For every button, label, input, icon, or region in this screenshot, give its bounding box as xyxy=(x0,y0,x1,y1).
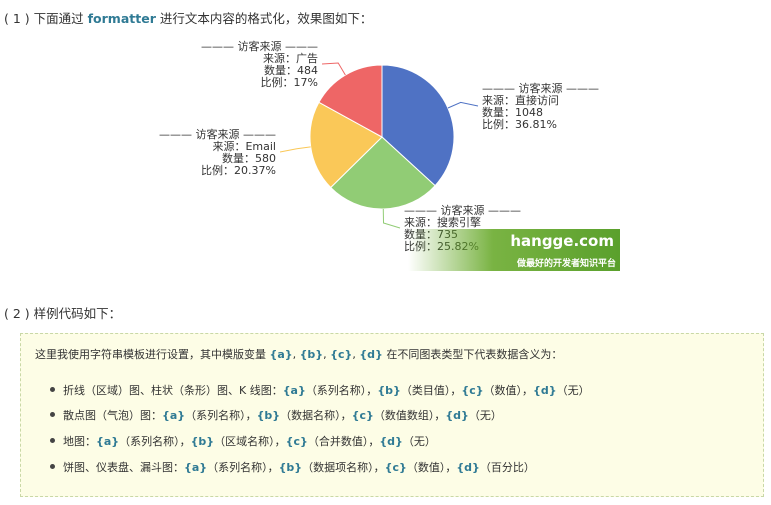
note-item-1-seg-4: （数据名称）， xyxy=(280,409,352,422)
note-item-3-seg-2: （系列名称）， xyxy=(207,461,279,474)
data-label-title: ——— 访客来源 ——— xyxy=(159,127,276,141)
data-label-title: ——— 访客来源 ——— xyxy=(482,81,599,95)
note-item-0-seg-4: （类目值）， xyxy=(400,384,462,397)
label-leader-line xyxy=(382,208,401,229)
watermark-title: hangge.com xyxy=(510,232,614,250)
data-label-ratio: 比例：20.37% xyxy=(201,163,276,177)
note-item-1-seg-2: （系列名称）， xyxy=(185,409,257,422)
note-item-0-seg-5: {c} xyxy=(461,384,484,397)
data-label-ratio: 比例：17% xyxy=(261,75,318,89)
data-label-source: 来源：搜索引擎 xyxy=(404,215,481,229)
note-intro-seg-1: {a} xyxy=(269,348,293,361)
note-list-item: 散点图（气泡）图：{a}（系列名称），{b}（数据名称），{c}（数值数组），{… xyxy=(50,407,502,423)
note-item-1-seg-1: {a} xyxy=(162,409,186,422)
label-leader-line xyxy=(447,101,479,109)
note-item-0-seg-2: （系列名称）， xyxy=(305,384,378,397)
note-item-2-seg-5: {c} xyxy=(285,435,308,448)
note-intro-seg-5: {c} xyxy=(330,348,353,361)
note-item-2-seg-3: {b} xyxy=(190,435,215,448)
note-item-0-seg-7: {d} xyxy=(533,384,557,397)
note-item-2-seg-1: {a} xyxy=(96,435,120,448)
note-item-2-seg-0: 地图： xyxy=(63,435,96,448)
note-item-2-seg-7: {d} xyxy=(379,435,403,448)
note-list-item: 折线（区域）图、柱状（条形）图、K 线图：{a}（系列名称），{b}（类目值），… xyxy=(50,382,590,398)
note-item-0-seg-0: 折线（区域）图、柱状（条形）图、K 线图： xyxy=(63,384,283,397)
note-item-1-seg-3: {b} xyxy=(256,409,281,422)
note-item-3-seg-0: 饼图、仪表盘、漏斗图： xyxy=(63,461,184,474)
note-intro: 这里我使用字符串模板进行设置，其中模版变量 {a}, {b}, {c}, {d}… xyxy=(35,346,562,362)
heading-2: ( 2 ) 样例代码如下： xyxy=(4,306,122,321)
note-intro-seg-3: {b} xyxy=(299,348,324,361)
note-item-0-seg-8: （无） xyxy=(556,384,590,397)
note-item-2-seg-6: （合并数值）， xyxy=(307,435,380,448)
note-intro-seg-7: {d} xyxy=(359,348,383,361)
note-item-1-seg-5: {c} xyxy=(351,409,374,422)
note-item-3-seg-7: {d} xyxy=(456,461,480,474)
pie-chart: ——— 访客来源 ———来源：直接访问数量：1048比例：36.81%——— 访… xyxy=(159,39,599,253)
data-label-source: 来源：直接访问 xyxy=(482,93,559,107)
note-item-3-seg-1: {a} xyxy=(184,461,208,474)
note-item-3-seg-6: （数值）， xyxy=(406,461,457,474)
label-leader-line xyxy=(321,62,346,76)
note-item-3-seg-4: （数据项名称）， xyxy=(302,461,385,474)
note-item-2-seg-8: （无） xyxy=(402,435,436,448)
watermark: hangge.com 做最好的开发者知识平台 xyxy=(408,229,620,271)
note-list-item: 饼图、仪表盘、漏斗图：{a}（系列名称），{b}（数据项名称），{c}（数值），… xyxy=(50,459,535,475)
note-item-0-seg-6: （数值）， xyxy=(483,384,534,397)
note-intro-seg-0: 这里我使用字符串模板进行设置，其中模版变量 xyxy=(35,348,270,361)
note-intro-seg-2: , xyxy=(292,348,300,361)
note-intro-seg-8: 在不同图表类型下代表数据含义为： xyxy=(382,348,563,361)
note-box: 这里我使用字符串模板进行设置，其中模版变量 {a}, {b}, {c}, {d}… xyxy=(20,333,764,497)
note-item-0-seg-1: {a} xyxy=(282,384,306,397)
note-item-2-seg-2: （系列名称）， xyxy=(119,435,191,448)
note-item-3-seg-5: {c} xyxy=(384,461,407,474)
data-label-title: ——— 访客来源 ——— xyxy=(201,39,318,53)
note-item-1-seg-7: {d} xyxy=(445,409,469,422)
note-item-0-seg-3: {b} xyxy=(377,384,401,397)
note-item-1-seg-6: （数值数组）， xyxy=(373,409,446,422)
data-label-source: 来源：广告 xyxy=(263,51,318,65)
note-item-3-seg-3: {b} xyxy=(278,461,303,474)
label-leader-line xyxy=(279,146,311,153)
note-item-2-seg-4: （区域名称）， xyxy=(214,435,286,448)
note-item-1-seg-0: 散点图（气泡）图： xyxy=(63,409,162,422)
note-list-item: 地图：{a}（系列名称），{b}（区域名称），{c}（合并数值），{d}（无） xyxy=(50,433,436,449)
data-label-title: ——— 访客来源 ——— xyxy=(404,203,521,217)
note-item-3-seg-8: （百分比） xyxy=(479,461,535,474)
watermark-subtitle: 做最好的开发者知识平台 xyxy=(516,259,616,269)
data-label-ratio: 比例：36.81% xyxy=(482,117,557,131)
note-item-1-seg-8: （无） xyxy=(468,409,502,422)
data-label-source: 来源：Email xyxy=(212,139,276,153)
